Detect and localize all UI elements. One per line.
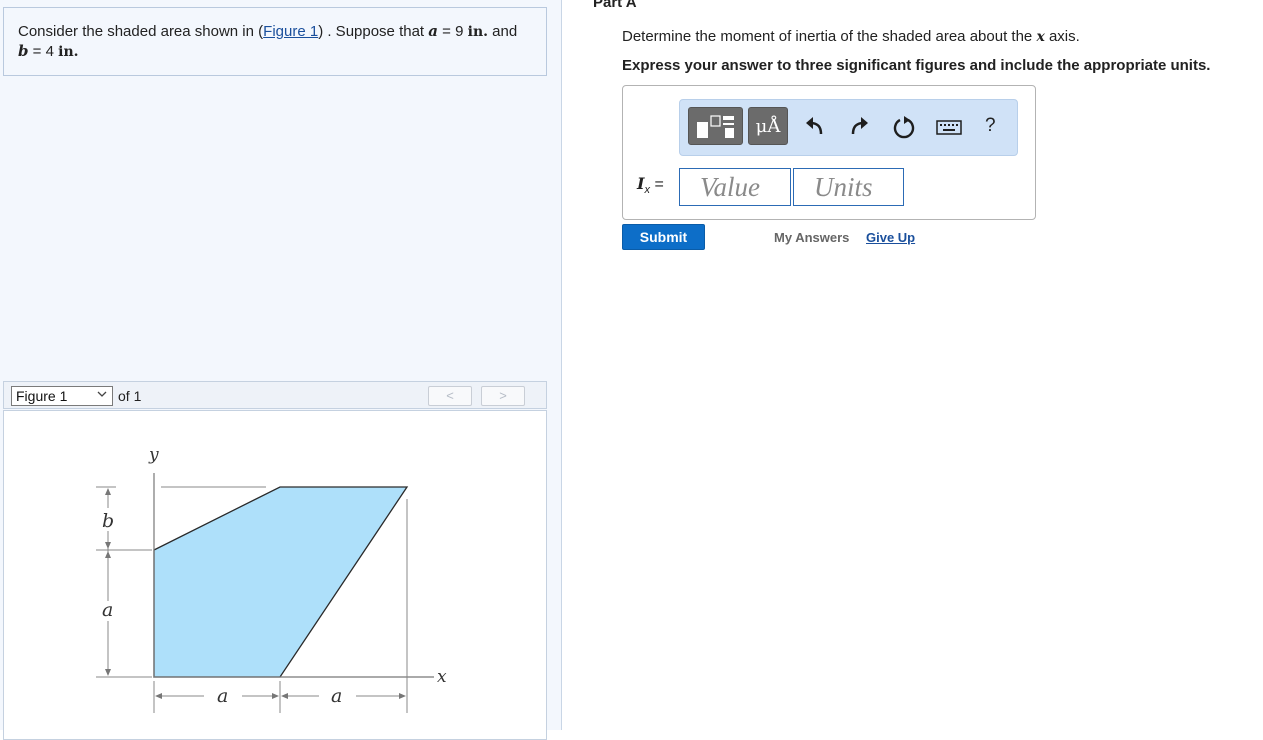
- figure-navigation: Figure 1 of 1 < >: [3, 381, 547, 409]
- shaded-area: [153, 486, 409, 678]
- my-answers-link[interactable]: My Answers: [774, 230, 849, 245]
- templates-icon: [697, 115, 734, 138]
- part-title: Part A: [593, 0, 637, 11]
- answer-sub: x: [644, 184, 650, 197]
- undo-icon[interactable]: [802, 114, 828, 140]
- problem-text-2: ) . Suppose that: [318, 23, 425, 40]
- give-up-link[interactable]: Give Up: [866, 230, 915, 245]
- answer-toolbar: μÅ ?: [679, 99, 1018, 156]
- chevron-right-icon: >: [499, 388, 507, 403]
- units-button[interactable]: μÅ: [748, 107, 788, 145]
- reset-icon[interactable]: [891, 114, 917, 140]
- label-x: x: [437, 667, 447, 687]
- submit-button[interactable]: Submit: [622, 224, 705, 250]
- figure-panel: y x b a a a: [3, 410, 547, 740]
- instruction-text: Express your answer to three significant…: [622, 57, 1211, 74]
- templates-button[interactable]: [688, 107, 743, 145]
- label-a-right: a: [331, 685, 342, 707]
- figure-link[interactable]: Figure 1: [263, 23, 318, 40]
- label-b: b: [102, 510, 114, 532]
- chevron-down-icon: [96, 388, 108, 403]
- next-figure-button[interactable]: >: [481, 386, 525, 406]
- var-b: b: [18, 42, 29, 60]
- label-a-vertical: a: [102, 599, 113, 621]
- and-text: and: [492, 23, 518, 40]
- figure-count: of 1: [118, 388, 142, 404]
- question-after: axis.: [1048, 28, 1080, 45]
- problem-text-1: Consider the shaded area shown in (: [18, 23, 264, 40]
- question-before: Determine the moment of inertia of the s…: [622, 28, 1033, 45]
- answer-box: μÅ ? Ix = Value Units: [622, 85, 1036, 220]
- label-y: y: [148, 445, 159, 465]
- problem-statement: Consider the shaded area shown in (Figur…: [3, 7, 547, 76]
- figure-select[interactable]: Figure 1: [11, 386, 113, 406]
- help-button[interactable]: ?: [985, 115, 996, 137]
- label-a-left: a: [217, 685, 228, 707]
- answer-variable-label: Ix =: [637, 174, 664, 196]
- chevron-left-icon: <: [446, 388, 454, 403]
- question-text: Determine the moment of inertia of the s…: [622, 28, 1080, 45]
- question-var: x: [1036, 29, 1045, 45]
- unit-b: in.: [58, 44, 79, 60]
- prev-figure-button[interactable]: <: [428, 386, 472, 406]
- var-a: a: [428, 22, 438, 40]
- redo-icon[interactable]: [846, 114, 872, 140]
- answer-eq: =: [654, 176, 664, 193]
- unit-a: in.: [467, 24, 488, 40]
- problem-column: Consider the shaded area shown in (Figur…: [0, 0, 562, 740]
- value-input[interactable]: Value: [679, 168, 791, 206]
- eq-b: = 4: [32, 43, 54, 60]
- figure-select-value: Figure 1: [16, 388, 68, 404]
- units-input[interactable]: Units: [793, 168, 904, 206]
- figure-diagram: y x b a a a: [96, 445, 447, 713]
- eq-a: = 9: [442, 23, 464, 40]
- keyboard-icon[interactable]: [935, 114, 963, 140]
